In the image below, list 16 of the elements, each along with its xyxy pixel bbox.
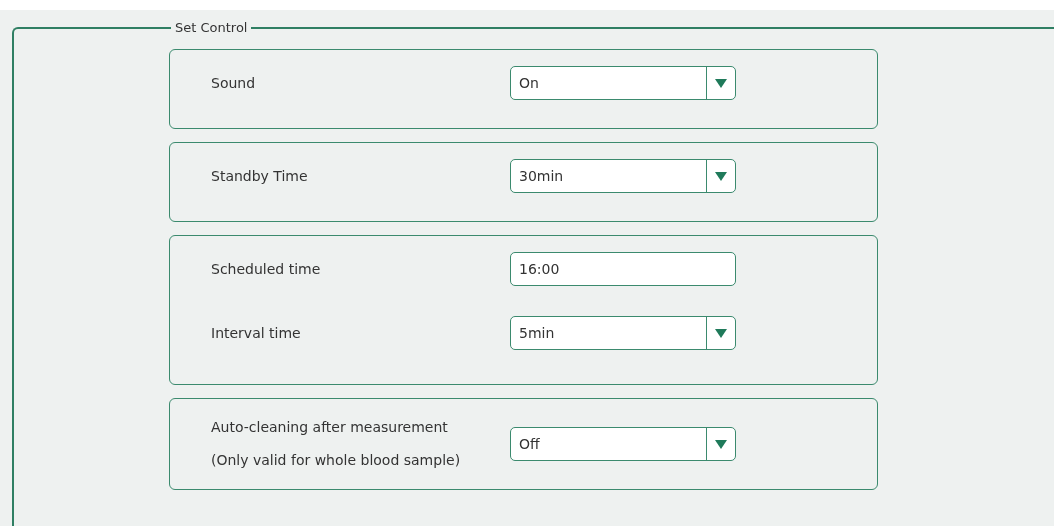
setting-label: Auto-cleaning after measurement: [211, 418, 449, 437]
setting-note: (Only valid for whole blood sample): [211, 451, 462, 470]
setting-label: Scheduled time: [211, 259, 322, 279]
input-field[interactable]: 16:00: [510, 252, 736, 286]
caret-icon: [715, 78, 727, 88]
caret-icon: [715, 171, 727, 181]
dropdown[interactable]: On: [510, 66, 736, 100]
group-title: Set Control: [174, 20, 249, 35]
caret-icon: [715, 328, 727, 338]
dropdown[interactable]: 30min: [510, 159, 736, 193]
dropdown[interactable]: 5min: [510, 316, 736, 350]
setting-label: Standby Time: [211, 166, 309, 186]
setting-label: Sound: [211, 73, 257, 93]
setting-label: Interval time: [211, 323, 302, 343]
dropdown[interactable]: Off: [510, 427, 736, 461]
caret-icon: [715, 439, 727, 449]
